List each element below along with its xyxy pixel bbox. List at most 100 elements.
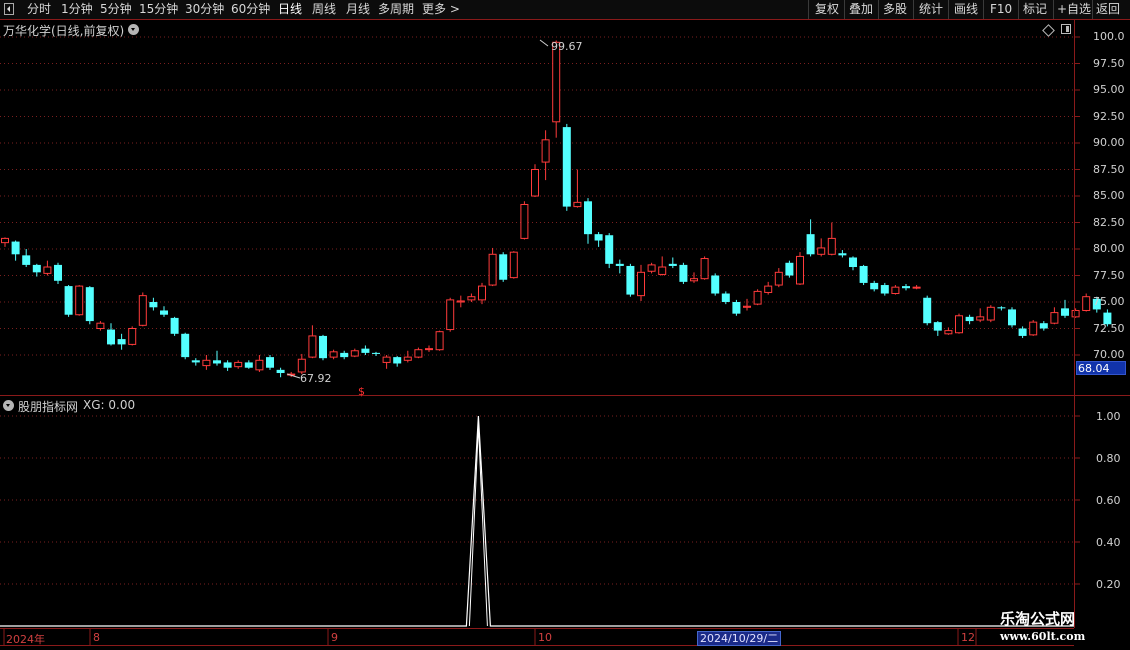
- cursor-date-label: 2024/10/29/二: [697, 631, 782, 646]
- candle-body: [859, 265, 868, 283]
- candle-body: [552, 41, 561, 123]
- candle-body: [1071, 309, 1080, 318]
- candle-body: [202, 359, 211, 367]
- candle-body: [796, 255, 804, 285]
- candle-body: [732, 302, 741, 314]
- candle-body: [414, 349, 423, 358]
- candle-body: [393, 357, 402, 364]
- candle-body: [647, 264, 656, 272]
- candle-body: [128, 328, 137, 345]
- date-axis-label: 8: [93, 631, 100, 644]
- candle-body: [181, 333, 190, 358]
- candle-body: [244, 362, 253, 368]
- candle-body: [85, 287, 94, 322]
- candle-body: [43, 266, 52, 274]
- candle-body: [764, 285, 773, 293]
- candle-body: [955, 315, 963, 334]
- candle-body: [223, 362, 232, 368]
- candle-body: [509, 251, 518, 279]
- candle-body: [213, 360, 221, 364]
- candle-body: [965, 316, 974, 322]
- candle-body: [838, 253, 847, 256]
- candle-body: [107, 329, 115, 345]
- y-tick-label: 80.00: [1093, 242, 1125, 255]
- y-tick-label: 100.0: [1093, 30, 1125, 43]
- candle-body: [1061, 308, 1069, 316]
- candle-body: [96, 322, 105, 330]
- high-marker-text: 99.67: [551, 40, 583, 53]
- candle-body: [849, 257, 857, 268]
- candle-body: [753, 290, 762, 305]
- candle-body: [626, 265, 635, 295]
- indicator-y-tick-label: 0.20: [1096, 578, 1121, 591]
- candle-body: [827, 237, 836, 255]
- candle-body: [403, 356, 412, 361]
- candle-body: [891, 286, 900, 295]
- candle-body: [1, 237, 9, 244]
- candlestick-series: [1, 40, 1112, 378]
- candle-body: [361, 348, 370, 353]
- candle-body: [923, 297, 932, 324]
- candle-body: [912, 286, 921, 289]
- candle-body: [668, 263, 677, 266]
- candle-body: [160, 310, 168, 315]
- y-tick-label: 95.00: [1093, 83, 1125, 96]
- indicator-y-tick-label: 0.60: [1096, 494, 1121, 507]
- candle-body: [944, 330, 953, 335]
- candle-body: [690, 278, 698, 282]
- y-tick-label: 87.50: [1093, 163, 1125, 176]
- watermark-url: www.60lt.com: [1000, 630, 1086, 643]
- candle-body: [64, 286, 73, 315]
- candle-body: [817, 247, 826, 255]
- y-tick-label: 97.50: [1093, 57, 1125, 70]
- candle-body: [319, 335, 327, 359]
- candle-body: [456, 300, 465, 303]
- candle-body: [1050, 312, 1059, 324]
- candle-body: [22, 255, 31, 265]
- candle-body: [700, 258, 709, 280]
- candle-body: [350, 350, 359, 357]
- candle-body: [75, 285, 84, 316]
- candle-body: [743, 305, 751, 308]
- candle-body: [297, 358, 306, 373]
- candle-body: [138, 295, 147, 326]
- date-axis-label: 10: [538, 631, 552, 644]
- candle-body: [933, 322, 942, 331]
- candle-body: [1029, 321, 1038, 336]
- candle-body: [721, 293, 730, 302]
- candle-body: [499, 254, 508, 280]
- candle-body: [425, 348, 433, 351]
- annotations: 99.67 67.92 $: [286, 39, 583, 398]
- candle-body: [329, 351, 338, 358]
- watermark-title: 乐淘公式网: [1000, 610, 1076, 628]
- candle-body: [711, 275, 720, 294]
- candle-body: [382, 356, 391, 363]
- candle-body: [584, 201, 592, 235]
- candle-body: [541, 139, 550, 163]
- candle-body: [658, 266, 667, 275]
- candle-body: [806, 234, 815, 255]
- candle-body: [679, 264, 688, 282]
- candle-body: [785, 262, 794, 276]
- y-tick-label: 72.50: [1093, 322, 1125, 335]
- candle-body: [902, 286, 910, 289]
- y-tick-label: 82.50: [1093, 216, 1125, 229]
- candle-body: [594, 234, 603, 241]
- candle-body: [149, 302, 158, 308]
- price-chart[interactable]: 99.67 67.92 $: [0, 0, 1130, 650]
- candle-body: [997, 307, 1006, 309]
- xg-line-series: [0, 415, 1074, 627]
- candle-body: [340, 352, 349, 358]
- candle-body: [1039, 323, 1048, 329]
- candle-body: [605, 235, 614, 264]
- candle-body: [255, 359, 264, 371]
- candle-body: [1008, 309, 1016, 326]
- candle-body: [32, 264, 41, 273]
- candle-body: [870, 282, 879, 290]
- candle-body: [531, 169, 539, 197]
- indicator-y-tick-label: 1.00: [1096, 410, 1121, 423]
- candle-body: [276, 369, 285, 374]
- signal-marker: $: [358, 385, 365, 398]
- candle-body: [446, 299, 455, 331]
- candle-body: [637, 271, 645, 297]
